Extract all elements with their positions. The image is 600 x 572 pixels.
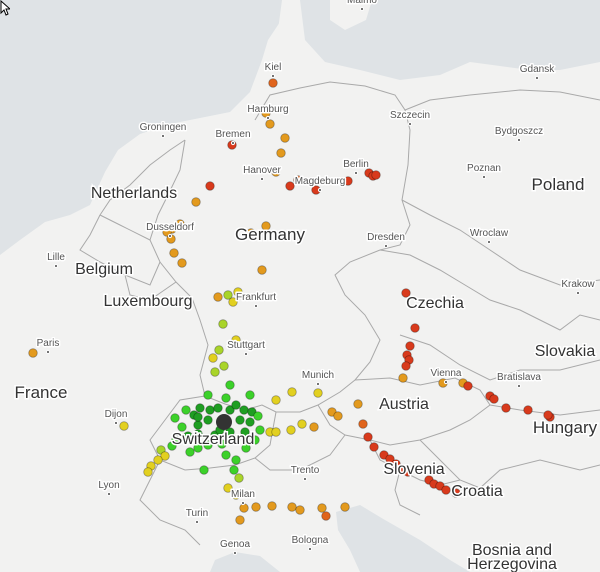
city-dot <box>516 137 522 143</box>
city-label: Bologna <box>292 535 329 546</box>
city-label: Berlin <box>343 159 369 170</box>
city-label: Dusseldorf <box>146 222 194 233</box>
city-dot <box>230 140 236 146</box>
city-label: Stuttgart <box>227 340 265 351</box>
city-dot <box>359 6 365 12</box>
city-dot <box>253 303 259 309</box>
map-labels-layer: Malmö Kiel Gdansk Hamburg Szczecin Groningen B… <box>13 0 599 572</box>
country-label: Austria <box>379 396 429 413</box>
city-label: Dresden <box>367 232 405 243</box>
city-dot <box>194 519 200 525</box>
city-dot <box>481 174 487 180</box>
country-label: Hungary <box>533 418 598 437</box>
city-label: Magdeburg <box>295 176 346 187</box>
city-label: Paris <box>37 338 60 349</box>
city-dot <box>534 75 540 81</box>
city-dot <box>516 383 522 389</box>
city-dot <box>167 233 173 239</box>
city-dot <box>53 263 59 269</box>
city-label: Genoa <box>220 539 250 550</box>
map-canvas[interactable]: Malmö Kiel Gdansk Hamburg Szczecin Groningen B… <box>0 0 600 572</box>
city-dot <box>486 239 492 245</box>
country-label: Switzerland <box>172 431 255 448</box>
city-label: Szczecin <box>390 110 430 121</box>
city-label: Lyon <box>98 480 119 491</box>
city-label: Wroclaw <box>470 228 509 239</box>
city-label: Dijon <box>105 409 128 420</box>
city-label: Hamburg <box>247 104 288 115</box>
city-label: Frankfurt <box>236 292 276 303</box>
country-label: Slovenia <box>383 461 444 478</box>
city-label: Vienna <box>431 368 462 379</box>
city-label: Krakow <box>561 279 595 290</box>
country-label: Poland <box>532 175 585 194</box>
city-label: Hanover <box>243 165 281 176</box>
city-dot <box>270 73 276 79</box>
city-dot <box>575 290 581 296</box>
city-label: Bydgoszcz <box>495 126 543 137</box>
city-dot <box>302 476 308 482</box>
city-dot <box>232 550 238 556</box>
mouse-cursor-icon <box>0 0 10 16</box>
city-label: Kiel <box>265 62 282 73</box>
city-label: Malmö <box>347 0 377 6</box>
city-label: Bremen <box>215 129 250 140</box>
city-label: Lille <box>47 252 65 263</box>
city-label: Turin <box>186 508 208 519</box>
country-label: France <box>15 383 68 402</box>
city-dot <box>317 187 323 193</box>
city-label: Bratislava <box>497 372 541 383</box>
city-dot <box>106 491 112 497</box>
city-dot <box>259 176 265 182</box>
city-label: Gdansk <box>520 64 555 75</box>
country-label: Herzegovina <box>467 556 557 572</box>
country-label: Luxembourg <box>104 293 193 310</box>
city-label: Groningen <box>140 122 187 133</box>
city-dot <box>240 500 246 506</box>
city-dot <box>113 420 119 426</box>
city-dot <box>243 351 249 357</box>
city-dot <box>443 379 449 385</box>
country-label: Germany <box>235 225 305 244</box>
city-label: Poznan <box>467 163 501 174</box>
country-label: Slovakia <box>535 343 596 360</box>
city-dot <box>383 243 389 249</box>
country-label: Netherlands <box>91 185 177 202</box>
city-dot <box>353 170 359 176</box>
country-label: Croatia <box>451 483 503 500</box>
city-label: Trento <box>291 465 320 476</box>
city-label: Milan <box>231 489 255 500</box>
city-dot <box>160 133 166 139</box>
country-label: Belgium <box>75 261 133 278</box>
city-dot <box>307 546 313 552</box>
city-label: Munich <box>302 370 334 381</box>
city-dot <box>407 121 413 127</box>
city-dot <box>265 115 271 121</box>
country-label: Czechia <box>406 295 464 312</box>
city-dot <box>45 349 51 355</box>
city-dot <box>315 381 321 387</box>
